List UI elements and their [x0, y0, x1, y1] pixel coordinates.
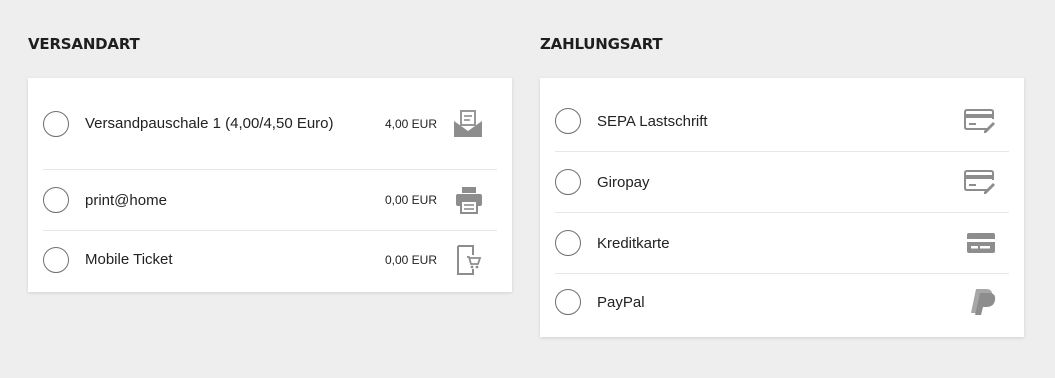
payment-radio-paypal[interactable] [555, 289, 581, 315]
payment-card: SEPA Lastschrift Giropay Kreditkarte Pay… [540, 78, 1024, 337]
payment-radio-sepa[interactable] [555, 108, 581, 134]
giropay-card-icon [964, 170, 996, 194]
shipping-heading: VERSANDART [28, 35, 140, 53]
mail-envelope-icon [453, 109, 483, 138]
printer-icon [455, 186, 483, 214]
shipping-option-label: Mobile Ticket [85, 251, 173, 268]
credit-card-icon [966, 232, 996, 254]
shipping-option-price: 0,00 EUR [384, 193, 437, 207]
payment-radio-kreditkarte[interactable] [555, 230, 581, 256]
payment-option-giropay[interactable]: Giropay [555, 152, 1009, 213]
shipping-option-price: 0,00 EUR [384, 252, 437, 267]
payment-radio-giropay[interactable] [555, 169, 581, 195]
checkout-options: VERSANDART Versandpauschale 1 (4,00/4,50… [0, 0, 1055, 378]
payment-option-kreditkarte[interactable]: Kreditkarte [555, 213, 1009, 274]
payment-heading: ZAHLUNGSART [540, 35, 663, 53]
shipping-option-label: Versandpauschale 1 (4,00/4,50 Euro) [85, 115, 334, 132]
shipping-radio-mobile-ticket[interactable] [43, 246, 69, 273]
payment-option-label: Giropay [597, 173, 650, 191]
shipping-option-price: 4,00 EUR [384, 116, 437, 131]
shipping-option-print-at-home[interactable]: print@home 0,00 EUR [43, 170, 497, 231]
payment-option-paypal[interactable]: PayPal [555, 274, 1009, 337]
paypal-icon [968, 288, 996, 316]
sepa-card-icon [964, 109, 996, 133]
shipping-option-mobile-ticket[interactable]: Mobile Ticket 0,00 EUR [43, 231, 497, 292]
payment-option-label: PayPal [597, 293, 645, 311]
payment-option-sepa[interactable]: SEPA Lastschrift [555, 78, 1009, 152]
shipping-radio-print-at-home[interactable] [43, 187, 69, 213]
payment-option-label: Kreditkarte [597, 234, 670, 252]
mobile-ticket-icon [455, 244, 483, 275]
payment-option-label: SEPA Lastschrift [597, 112, 708, 130]
shipping-option-versandpauschale[interactable]: Versandpauschale 1 (4,00/4,50 Euro) 4,00… [43, 78, 497, 170]
shipping-radio-versandpauschale[interactable] [43, 110, 69, 137]
shipping-card: Versandpauschale 1 (4,00/4,50 Euro) 4,00… [28, 78, 512, 292]
shipping-option-label: print@home [85, 191, 167, 209]
